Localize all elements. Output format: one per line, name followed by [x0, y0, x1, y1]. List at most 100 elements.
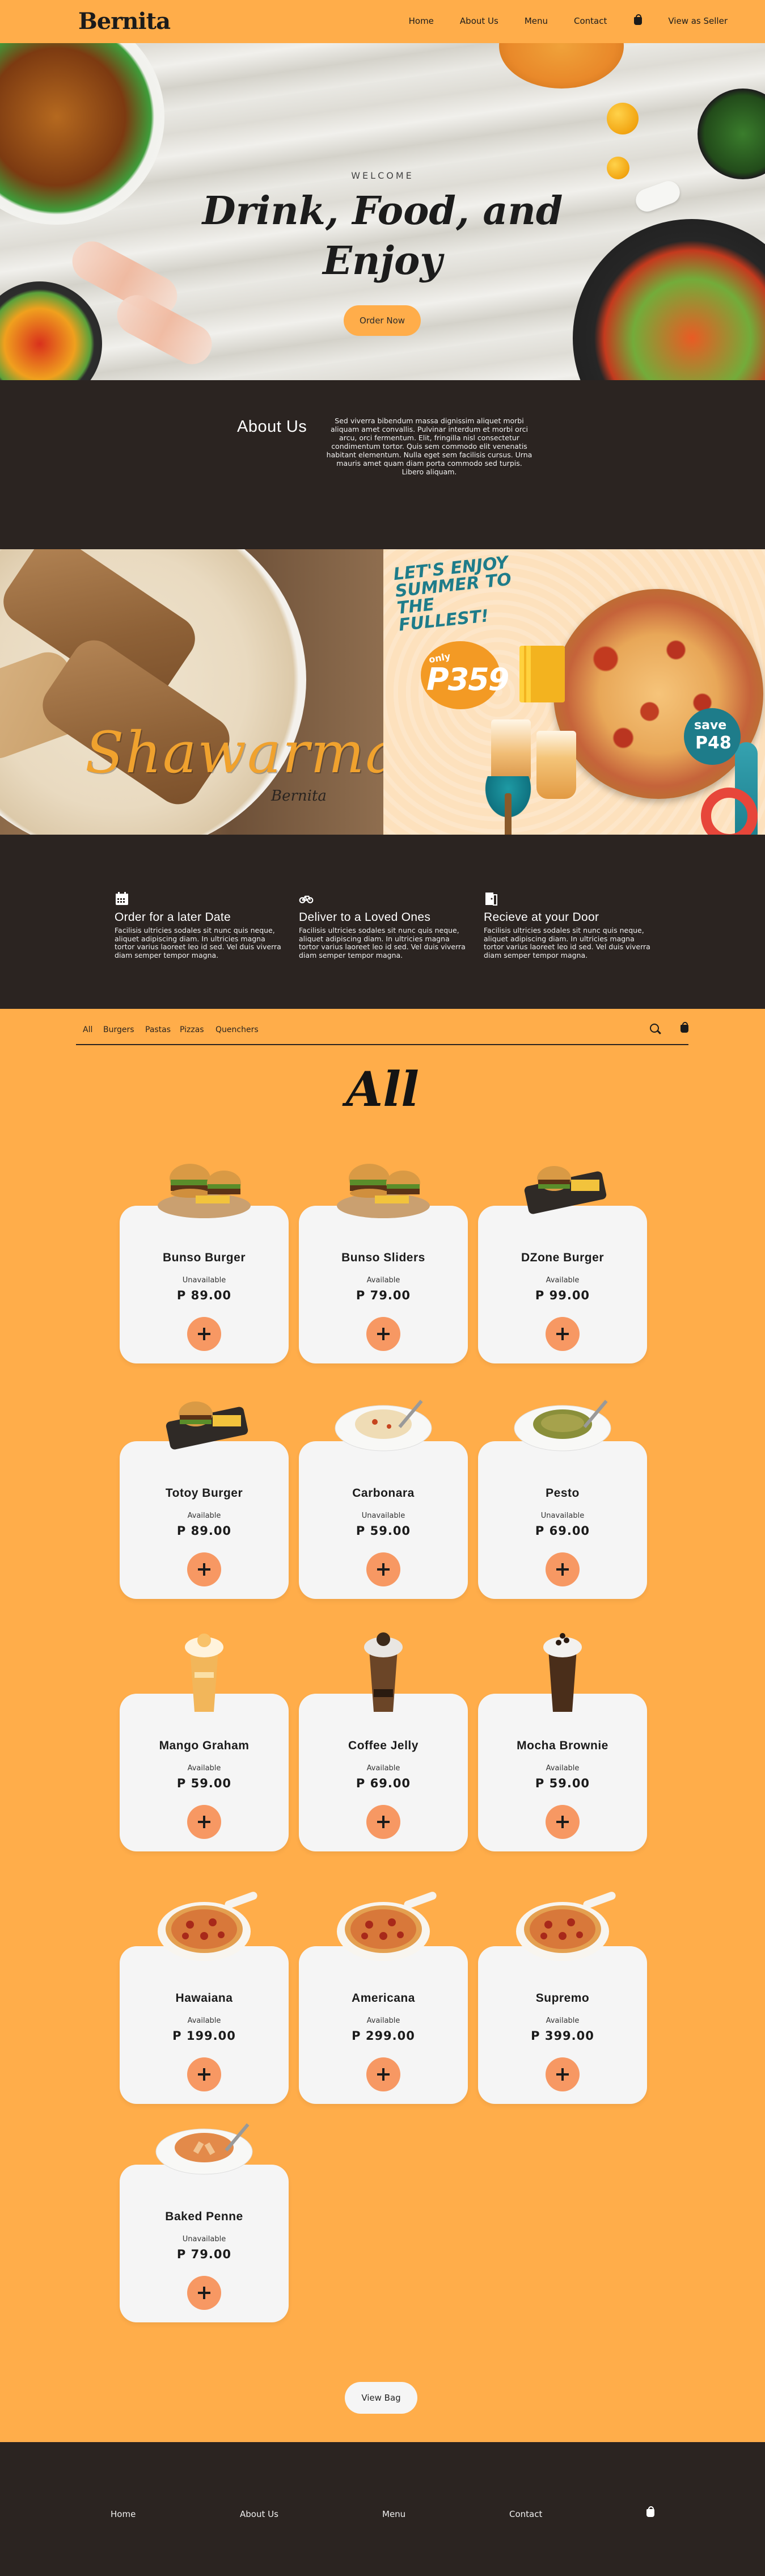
add-to-bag-button[interactable]	[366, 2057, 400, 2091]
product-card: Totoy Burger Available P 89.00	[120, 1401, 289, 1599]
fries-image	[519, 646, 565, 702]
about-title: About Us	[237, 418, 307, 436]
product-card: Pesto Unavailable P 69.00	[478, 1400, 647, 1599]
add-to-bag-button[interactable]	[546, 1317, 580, 1351]
product-name: Bunso Burger	[162, 1251, 246, 1264]
product-status: Available	[187, 2017, 221, 2025]
shawarma-promo-banner: Shawarma Bernita	[0, 549, 383, 835]
category-tab-pastas[interactable]: Pastas	[145, 1025, 171, 1034]
category-tab-pizzas[interactable]: Pizzas	[180, 1025, 204, 1034]
nav-link-contact[interactable]: Contact	[574, 16, 607, 26]
order-now-button[interactable]: Order Now	[344, 305, 421, 336]
add-to-bag-button[interactable]	[366, 1805, 400, 1839]
search-icon[interactable]	[650, 1024, 659, 1033]
veggie-bowl-image	[0, 281, 102, 380]
category-tab-all[interactable]: All	[83, 1025, 92, 1034]
footer-link-menu[interactable]: Menu	[382, 2509, 405, 2519]
product-status: Unavailable	[182, 1276, 226, 1285]
nav-link-about[interactable]: About Us	[460, 16, 498, 26]
footer: Home About Us Menu Contact	[0, 2442, 765, 2576]
product-card: Americana Available P 299.00	[299, 1892, 468, 2104]
hero-banner: WELCOME Drink, Food, and Enjoy Order Now	[0, 43, 765, 380]
pizza-image	[509, 1879, 616, 1964]
burger-board-image	[509, 1139, 616, 1224]
add-to-bag-button[interactable]	[187, 1552, 221, 1586]
product-name: Mocha Brownie	[517, 1739, 608, 1752]
pizza-image	[150, 1879, 258, 1964]
carbonara-image	[329, 1374, 437, 1459]
product-name: DZone Burger	[521, 1251, 604, 1264]
product-card: Carbonara Unavailable P 59.00	[299, 1400, 468, 1599]
product-card: Baked Penne Unavailable P 79.00	[120, 2123, 289, 2322]
shawarma-brand-logo: Bernita	[271, 788, 327, 805]
view-bag-button[interactable]: View Bag	[345, 2382, 417, 2414]
product-status: Unavailable	[540, 1512, 585, 1520]
product-card: Mocha Brownie Available P 59.00	[478, 1633, 647, 1851]
promo-price: P359	[426, 662, 509, 697]
feature-title: Order for a later Date	[115, 911, 231, 924]
product-status: Available	[546, 2017, 580, 2025]
burger-image	[329, 1139, 437, 1224]
add-to-bag-button[interactable]	[187, 1317, 221, 1351]
product-price: P 59.00	[176, 1777, 232, 1790]
product-price: P 69.00	[356, 1777, 411, 1790]
about-section: About Us Sed viverra bibendum massa dign…	[0, 380, 765, 549]
hero-title-line2: Enjoy	[323, 238, 442, 284]
product-price: P 299.00	[352, 2029, 415, 2043]
mango-drink-image	[150, 1627, 258, 1712]
footer-link-contact[interactable]: Contact	[509, 2509, 542, 2519]
view-as-seller-link[interactable]: View as Seller	[668, 16, 728, 26]
pizza-image	[329, 1879, 437, 1964]
section-title: All	[346, 1061, 419, 1117]
nav-link-home[interactable]: Home	[409, 16, 434, 26]
add-to-bag-button[interactable]	[546, 1805, 580, 1839]
promo-headline: LET'S ENJOY SUMMER TO THE FULLEST!	[392, 553, 513, 635]
shopping-bag-icon[interactable]	[646, 2506, 654, 2517]
bicycle-icon	[299, 895, 314, 904]
palm-tree-icon	[468, 776, 548, 835]
add-to-bag-button[interactable]	[187, 2057, 221, 2091]
product-card: Bunso Sliders Available P 79.00	[299, 1164, 468, 1363]
product-status: Available	[187, 1764, 221, 1773]
shopping-bag-icon[interactable]	[681, 1022, 688, 1033]
brand-logo[interactable]: Bernita	[78, 8, 171, 35]
sauce-bowl-image	[499, 43, 624, 89]
save-label: save	[694, 718, 727, 733]
product-price: P 89.00	[176, 1524, 232, 1538]
feature-deliver: Deliver to a Loved Ones Facilisis ultric…	[299, 891, 469, 959]
herb-bowl-image	[698, 89, 765, 179]
add-to-bag-button[interactable]	[366, 1552, 400, 1586]
product-name: Baked Penne	[165, 2210, 243, 2223]
hero-title-line1: Drink, Food, and	[202, 188, 563, 234]
add-to-bag-button[interactable]	[187, 1805, 221, 1839]
product-name: Americana	[352, 1992, 415, 2005]
product-status: Unavailable	[361, 1512, 405, 1520]
pesto-image	[509, 1374, 616, 1459]
product-status: Unavailable	[182, 2235, 226, 2244]
top-navbar: Bernita Home About Us Menu Contact View …	[0, 0, 765, 43]
orange-image	[607, 103, 639, 134]
shawarma-title: Shawarma	[85, 719, 383, 786]
product-card: Supremo Available P 399.00	[478, 1892, 647, 2104]
product-name: Pesto	[546, 1487, 580, 1500]
product-name: Supremo	[535, 1992, 590, 2005]
burger-image	[150, 1139, 258, 1224]
product-name: Coffee Jelly	[348, 1739, 419, 1752]
feature-title: Recieve at your Door	[484, 911, 599, 924]
save-amount: P48	[695, 733, 732, 753]
nav-link-menu[interactable]: Menu	[525, 16, 548, 26]
add-to-bag-button[interactable]	[546, 1552, 580, 1586]
footer-link-home[interactable]: Home	[111, 2509, 136, 2519]
product-card: DZone Burger Available P 99.00	[478, 1166, 647, 1363]
category-tab-quenchers[interactable]: Quenchers	[215, 1025, 259, 1034]
nav-links: Home About Us Menu Contact View as Selle…	[409, 14, 728, 26]
add-to-bag-button[interactable]	[366, 1317, 400, 1351]
product-name: Carbonara	[352, 1487, 415, 1500]
footer-link-about[interactable]: About Us	[240, 2509, 278, 2519]
about-text: Sed viverra bibendum massa dignissim ali…	[326, 416, 532, 476]
product-card: Mango Graham Available P 59.00	[120, 1634, 289, 1851]
add-to-bag-button[interactable]	[187, 2276, 221, 2310]
add-to-bag-button[interactable]	[546, 2057, 580, 2091]
category-tab-burgers[interactable]: Burgers	[103, 1025, 134, 1034]
shopping-bag-icon[interactable]	[634, 14, 643, 25]
